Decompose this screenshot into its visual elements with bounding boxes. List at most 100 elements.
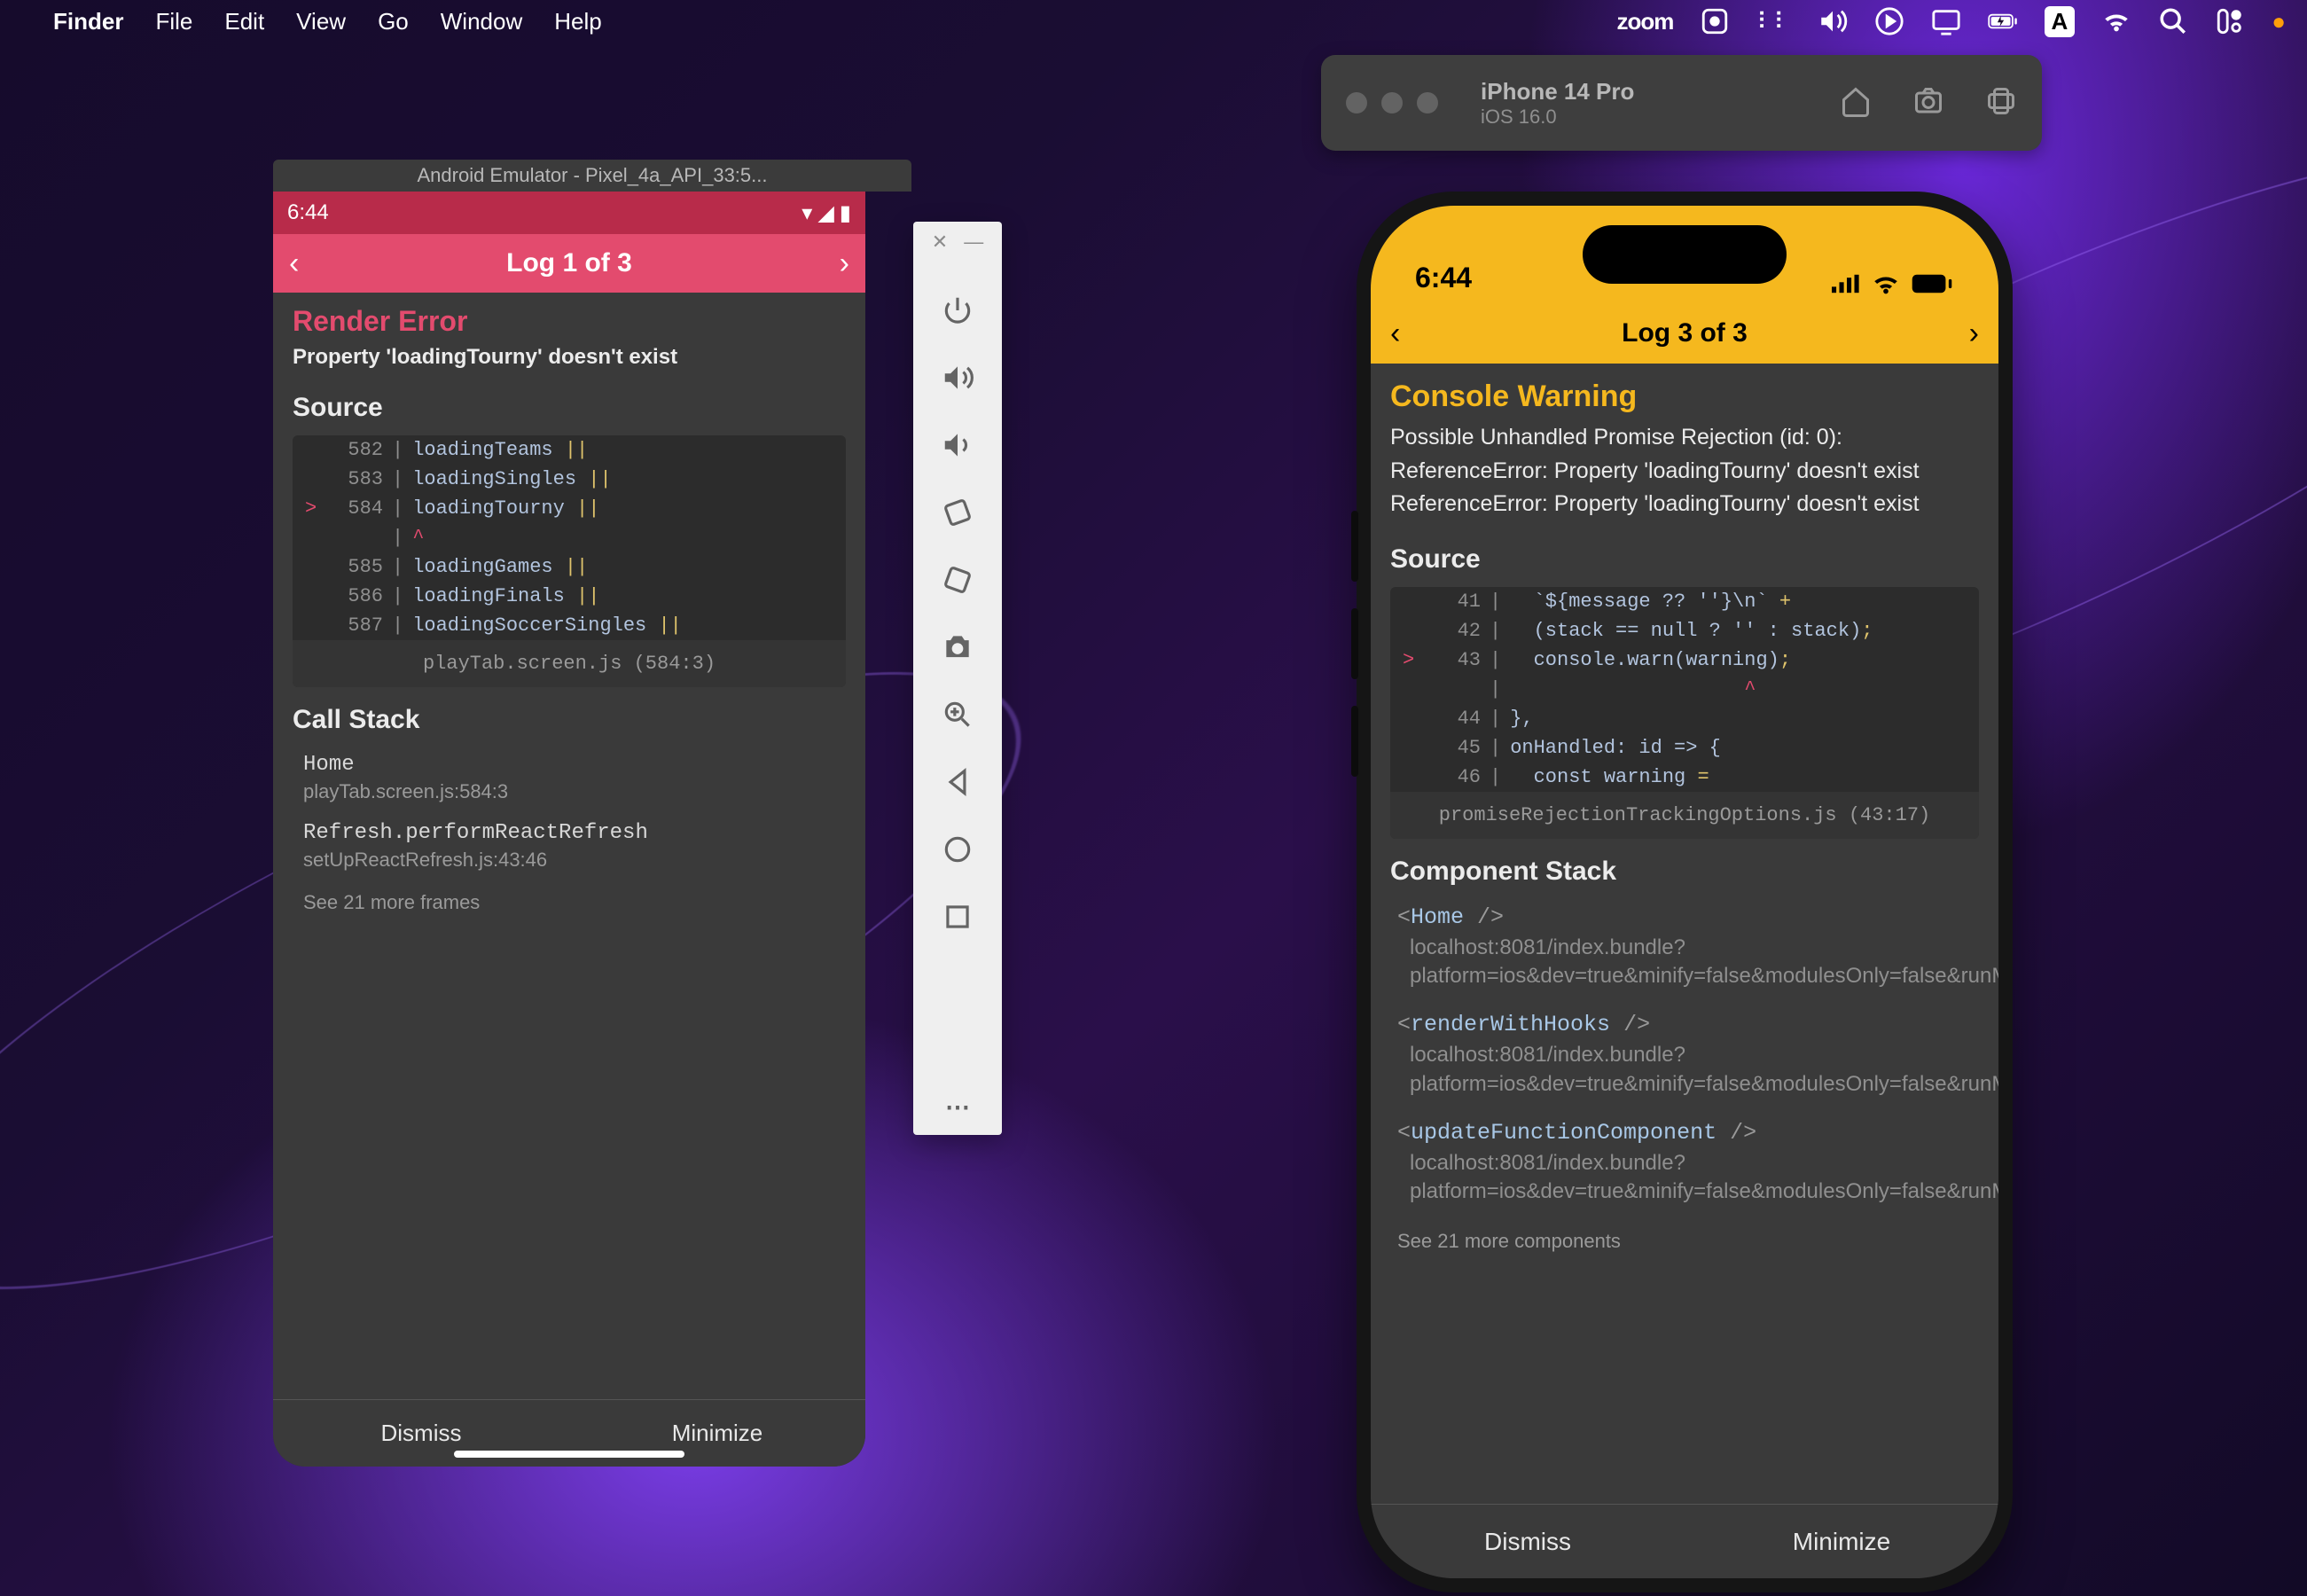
dismiss-button[interactable]: Dismiss bbox=[1371, 1505, 1685, 1578]
notification-dot-icon[interactable]: ● bbox=[2272, 8, 2286, 35]
edit-menu[interactable]: Edit bbox=[224, 8, 264, 35]
keyboard-input-icon[interactable]: A bbox=[2045, 6, 2076, 37]
dynamic-island bbox=[1583, 225, 1787, 284]
close-icon[interactable]: ✕ bbox=[932, 231, 948, 254]
source-line: 585| loadingGames || bbox=[293, 552, 846, 582]
source-line: | ^ bbox=[1390, 675, 1979, 704]
rotate-left-icon[interactable] bbox=[940, 495, 975, 530]
warning-message: Possible Unhandled Promise Rejection (id… bbox=[1390, 421, 1979, 521]
ios-clock: 6:44 bbox=[1415, 262, 1472, 294]
rotate-icon[interactable] bbox=[1985, 85, 2017, 121]
source-line: 582| loadingTeams || bbox=[293, 435, 846, 465]
source-line: >43| console.warn(warning); bbox=[1390, 645, 1979, 675]
emulator-title: Android Emulator - Pixel_4a_API_33:5... bbox=[417, 164, 767, 187]
camera-icon[interactable] bbox=[940, 630, 975, 665]
spotlight-icon[interactable] bbox=[2158, 6, 2188, 36]
android-nav-bar[interactable] bbox=[454, 1451, 684, 1458]
source-line: 46| const warning = bbox=[1390, 763, 1979, 792]
source-line: 42| (stack == null ? '' : stack); bbox=[1390, 616, 1979, 645]
macos-menubar: Finder File Edit View Go Window Help zoo… bbox=[0, 0, 2307, 43]
call-stack-item[interactable]: Refresh.performReactRefreshsetUpReactRef… bbox=[273, 816, 865, 884]
app-status-icon[interactable] bbox=[1700, 6, 1730, 36]
overview-icon[interactable] bbox=[940, 899, 975, 935]
device-name: iPhone 14 Pro bbox=[1481, 78, 1634, 106]
battery-icon bbox=[1910, 273, 1954, 294]
ios-log-header: ‹ Log 3 of 3 › bbox=[1371, 303, 1998, 364]
android-clock: 6:44 bbox=[287, 200, 329, 225]
wifi-icon[interactable] bbox=[2101, 6, 2131, 36]
volume-up-icon[interactable] bbox=[940, 360, 975, 395]
more-icon[interactable]: ⋯ bbox=[940, 1089, 975, 1124]
component-stack-item[interactable]: <updateFunctionComponent />localhost:808… bbox=[1371, 1115, 1998, 1223]
source-code-block: 582| loadingTeams || 583| loadingSingles… bbox=[293, 435, 846, 687]
source-code-block: 41| `${message ?? ''}\n` + 42| (stack ==… bbox=[1390, 587, 1979, 839]
control-center-icon[interactable] bbox=[2215, 6, 2245, 36]
android-emulator-window: Android Emulator - Pixel_4a_API_33:5... … bbox=[273, 160, 911, 1467]
view-menu[interactable]: View bbox=[296, 8, 346, 35]
source-line: 587| loadingSoccerSingles || bbox=[293, 611, 846, 640]
display-icon[interactable] bbox=[1931, 6, 1961, 36]
prev-log-button[interactable]: ‹ bbox=[1390, 317, 1400, 351]
power-icon[interactable] bbox=[940, 293, 975, 328]
battery-icon: ▮ bbox=[840, 200, 851, 226]
zoom-icon[interactable] bbox=[940, 697, 975, 732]
source-line: 41| `${message ?? ''}\n` + bbox=[1390, 587, 1979, 616]
android-screen: 6:44 ▾ ◢ ▮ ‹ Log 1 of 3 › Render Error P… bbox=[273, 192, 865, 1467]
log-header: ‹ Log 1 of 3 › bbox=[273, 234, 865, 293]
wifi-icon: ▾ bbox=[802, 200, 812, 226]
now-playing-icon[interactable] bbox=[1874, 6, 1904, 36]
call-stack-item[interactable]: HomeplayTab.screen.js:584:3 bbox=[273, 747, 865, 816]
emulator-toolbar: ✕ — ⋯ bbox=[913, 222, 1002, 1135]
back-icon[interactable] bbox=[940, 764, 975, 800]
source-line: 586| loadingFinals || bbox=[293, 582, 846, 611]
iphone-device-frame: 6:44 ‹ Log 3 of 3 › Console Warning Poss… bbox=[1357, 192, 2013, 1592]
file-menu[interactable]: File bbox=[155, 8, 192, 35]
zoom-status-icon[interactable]: zoom bbox=[1617, 8, 1674, 35]
close-dot[interactable] bbox=[1346, 92, 1367, 113]
next-log-button[interactable]: › bbox=[1969, 317, 1979, 351]
source-footer: promiseRejectionTrackingOptions.js (43:1… bbox=[1390, 792, 1979, 839]
wifi-icon bbox=[1871, 273, 1901, 294]
go-menu[interactable]: Go bbox=[378, 8, 409, 35]
source-line: 44| }, bbox=[1390, 704, 1979, 733]
dots-status-icon[interactable]: ⠇⠇ bbox=[1756, 8, 1790, 35]
home-button-icon[interactable] bbox=[1840, 85, 1872, 121]
warning-title: Console Warning bbox=[1390, 379, 1979, 414]
iphone-screen: 6:44 ‹ Log 3 of 3 › Console Warning Poss… bbox=[1371, 206, 1998, 1578]
volume-down-icon[interactable] bbox=[940, 427, 975, 463]
source-line: >584| loadingTourny || bbox=[293, 494, 846, 523]
log-counter: Log 3 of 3 bbox=[1622, 318, 1748, 348]
home-icon[interactable] bbox=[940, 832, 975, 867]
minimize-dot[interactable] bbox=[1381, 92, 1403, 113]
see-more-frames[interactable]: See 21 more frames bbox=[273, 884, 865, 914]
minimize-icon[interactable]: — bbox=[964, 231, 983, 254]
component-stack-item[interactable]: <renderWithHooks />localhost:8081/index.… bbox=[1371, 1006, 1998, 1115]
rotate-right-icon[interactable] bbox=[940, 562, 975, 598]
window-menu[interactable]: Window bbox=[441, 8, 522, 35]
component-stack-item[interactable]: <Home />localhost:8081/index.bundle?plat… bbox=[1371, 899, 1998, 1007]
os-version: iOS 16.0 bbox=[1481, 106, 1634, 129]
app-menu[interactable]: Finder bbox=[53, 8, 123, 35]
source-footer: playTab.screen.js (584:3) bbox=[293, 640, 846, 687]
source-line: 583| loadingSingles || bbox=[293, 465, 846, 494]
simulator-titlebar[interactable]: iPhone 14 Pro iOS 16.0 bbox=[1321, 55, 2042, 151]
prev-log-button[interactable]: ‹ bbox=[289, 246, 299, 281]
see-more-components[interactable]: See 21 more components bbox=[1371, 1223, 1998, 1253]
help-menu[interactable]: Help bbox=[554, 8, 601, 35]
next-log-button[interactable]: › bbox=[840, 246, 849, 281]
signal-icon: ◢ bbox=[817, 200, 833, 226]
log-counter: Log 1 of 3 bbox=[506, 248, 632, 278]
traffic-lights[interactable] bbox=[1346, 92, 1438, 113]
zoom-dot[interactable] bbox=[1417, 92, 1438, 113]
cell-signal-icon bbox=[1832, 274, 1862, 293]
source-line: 45| onHandled: id => { bbox=[1390, 733, 1979, 763]
screenshot-icon[interactable] bbox=[1912, 85, 1944, 121]
volume-icon[interactable] bbox=[1818, 6, 1848, 36]
error-title: Render Error bbox=[293, 305, 846, 338]
component-stack-heading: Component Stack bbox=[1371, 839, 1998, 899]
minimize-button[interactable]: Minimize bbox=[1685, 1505, 1998, 1578]
source-line: |^ bbox=[293, 523, 846, 552]
battery-icon[interactable] bbox=[1988, 6, 2018, 36]
source-heading: Source bbox=[1371, 527, 1998, 587]
emulator-titlebar[interactable]: Android Emulator - Pixel_4a_API_33:5... bbox=[273, 160, 911, 192]
